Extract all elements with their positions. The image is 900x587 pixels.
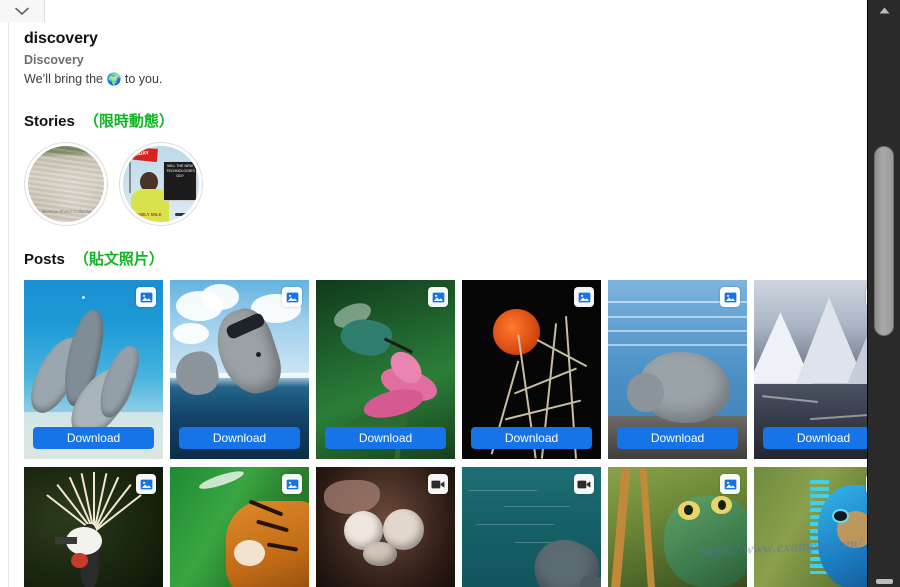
- post-monk-seal[interactable]: Download: [608, 280, 747, 459]
- post-dolphin-jumping[interactable]: Download: [170, 280, 309, 459]
- story-overlay-panel: WILL THE NEW TECHNOLOGIES GO? Survive Gr…: [163, 161, 197, 201]
- page-viewport: discovery Discovery We’ll bring the 🌍 to…: [0, 22, 867, 587]
- profile-header: discovery Discovery We’ll bring the 🌍 to…: [24, 22, 867, 88]
- profile-full-name: Discovery: [24, 53, 84, 67]
- photo-icon: [282, 474, 302, 494]
- photo-icon: [720, 474, 740, 494]
- story-flag-text: TODAY: [131, 149, 150, 158]
- posts-label: Posts: [24, 251, 65, 268]
- download-button[interactable]: Download: [33, 427, 154, 449]
- video-icon: [428, 474, 448, 494]
- story-image-person: TODAY FAMILY MILK WILL THE NEW TECHNOLOG…: [123, 146, 199, 222]
- story-thumbnail: TODAY FAMILY MILK WILL THE NEW TECHNOLOG…: [123, 146, 199, 222]
- photo-icon: [136, 287, 156, 307]
- download-button[interactable]: Download: [325, 427, 446, 449]
- story-panel-title: WILL THE NEW TECHNOLOGIES GO?: [164, 162, 196, 200]
- story-caption-beach: Lakeview Shield Collection: [39, 209, 93, 214]
- scrollbar-thumb[interactable]: [874, 146, 894, 336]
- post-blood-moon[interactable]: Download: [462, 280, 601, 459]
- tab-list-chevron-button[interactable]: [0, 0, 45, 22]
- post-blue-lizard[interactable]: [754, 467, 867, 587]
- scroll-up-arrow-icon[interactable]: [868, 2, 900, 18]
- browser-window: discovery Discovery We’ll bring the 🌍 to…: [0, 0, 900, 587]
- profile-handle: discovery: [24, 30, 98, 47]
- profile-bio-before: We’ll bring the: [24, 72, 107, 86]
- page-content: discovery Discovery We’ll bring the 🌍 to…: [0, 22, 867, 587]
- posts-section-title: Posts （貼文照片）: [24, 248, 867, 269]
- story-shirt-text: FAMILY MILK: [133, 212, 162, 218]
- photo-icon: [282, 287, 302, 307]
- post-whale-aerial[interactable]: [462, 467, 601, 587]
- photo-icon: [574, 287, 594, 307]
- post-tiger-water[interactable]: [170, 467, 309, 587]
- posts-annotation: （貼文照片）: [73, 250, 164, 268]
- stories-annotation: （限時動態）: [83, 112, 174, 130]
- photo-icon: [136, 474, 156, 494]
- post-green-frog[interactable]: [608, 467, 747, 587]
- scrollbar-bottom-nub[interactable]: [876, 579, 893, 584]
- chevron-down-icon: [15, 7, 29, 16]
- download-button[interactable]: Download: [763, 427, 867, 449]
- stories-section-title: Stories （限時動態）: [24, 110, 867, 131]
- stories-label: Stories: [24, 113, 75, 130]
- post-hummingbird-flower[interactable]: Download: [316, 280, 455, 459]
- video-icon: [574, 474, 594, 494]
- download-button[interactable]: Download: [179, 427, 300, 449]
- story-item-person[interactable]: TODAY FAMILY MILK WILL THE NEW TECHNOLOG…: [119, 142, 203, 226]
- post-dolphins-underwater[interactable]: Download: [24, 280, 163, 459]
- photo-icon: [720, 287, 740, 307]
- globe-emoji-icon: 🌍: [106, 72, 122, 86]
- stories-row: Lakeview Shield Collection TODAY FAMILY …: [24, 142, 867, 226]
- post-crowned-crane[interactable]: [24, 467, 163, 587]
- browser-tab-strip: [0, 0, 867, 22]
- story-thumbnail: Lakeview Shield Collection: [28, 146, 104, 222]
- profile-bio: We’ll bring the 🌍 to you.: [24, 70, 867, 88]
- download-button[interactable]: Download: [471, 427, 592, 449]
- post-snowy-mountain[interactable]: Download: [754, 280, 867, 459]
- post-shells[interactable]: [316, 467, 455, 587]
- download-button[interactable]: Download: [617, 427, 738, 449]
- posts-grid: Download Download Download Download Down…: [24, 280, 867, 587]
- post-media: [754, 467, 867, 587]
- photo-icon: [428, 287, 448, 307]
- vertical-scrollbar[interactable]: [867, 0, 900, 587]
- profile-bio-after: to you.: [121, 72, 163, 86]
- story-item-beach[interactable]: Lakeview Shield Collection: [24, 142, 108, 226]
- tab-strip-empty-area[interactable]: [45, 0, 867, 22]
